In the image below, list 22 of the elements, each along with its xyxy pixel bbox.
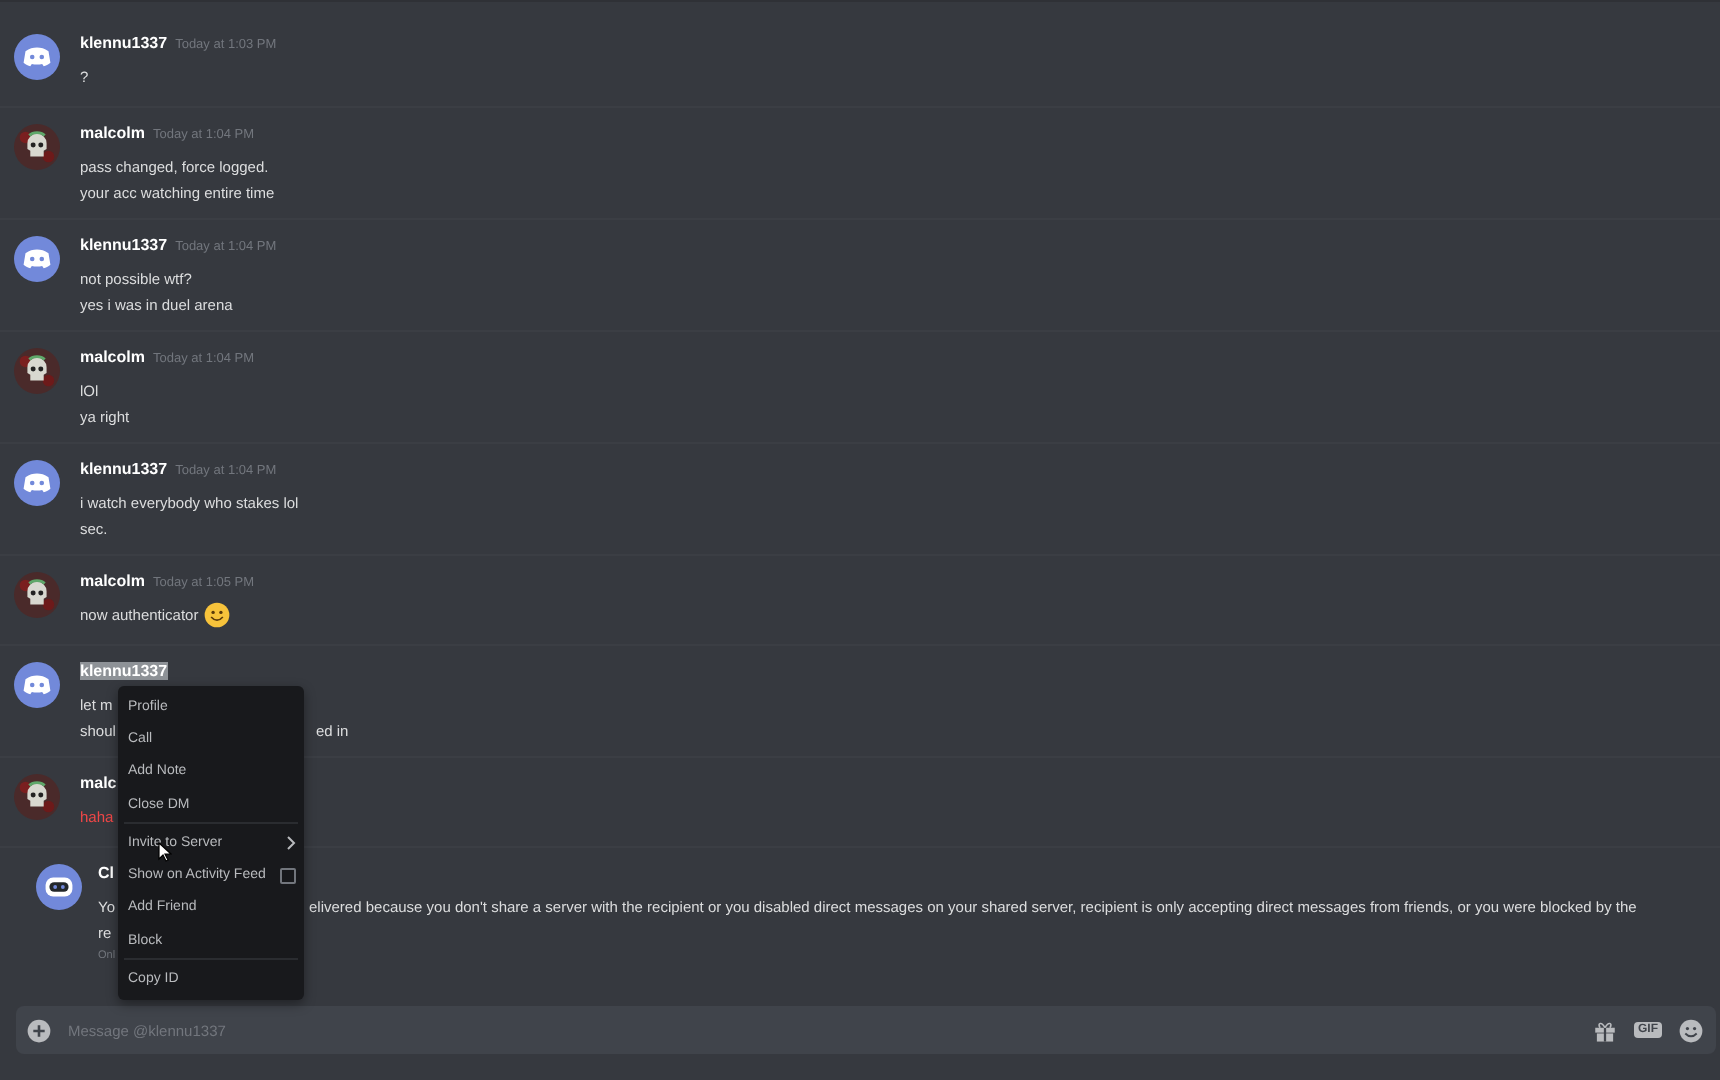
username[interactable]: klennu1337 [80,460,168,478]
username[interactable]: malcolm [80,124,145,142]
username[interactable]: malc [80,774,117,792]
gift-icon[interactable] [1592,1017,1618,1043]
username[interactable]: malcolm [80,348,145,366]
username[interactable]: klennu1337 [80,34,168,52]
robot-avatar-icon [36,864,82,910]
username[interactable]: Cl [98,864,114,882]
bot-avatar-icon [14,236,60,282]
username[interactable]: malcolm [80,572,145,590]
skull-avatar-icon [14,348,60,394]
skull-avatar-icon [14,124,60,170]
skull-avatar-icon [14,572,60,618]
bot-avatar-icon [14,460,60,506]
bot-avatar-icon [14,662,60,708]
smiley-icon[interactable] [1678,1017,1704,1043]
username[interactable]: klennu1337 [80,236,168,254]
chevron-right-icon [286,835,296,850]
skull-avatar-icon [14,774,60,820]
plus-circle-icon[interactable] [26,1017,52,1043]
checkbox[interactable] [280,867,296,884]
bot-avatar-icon [14,34,60,80]
